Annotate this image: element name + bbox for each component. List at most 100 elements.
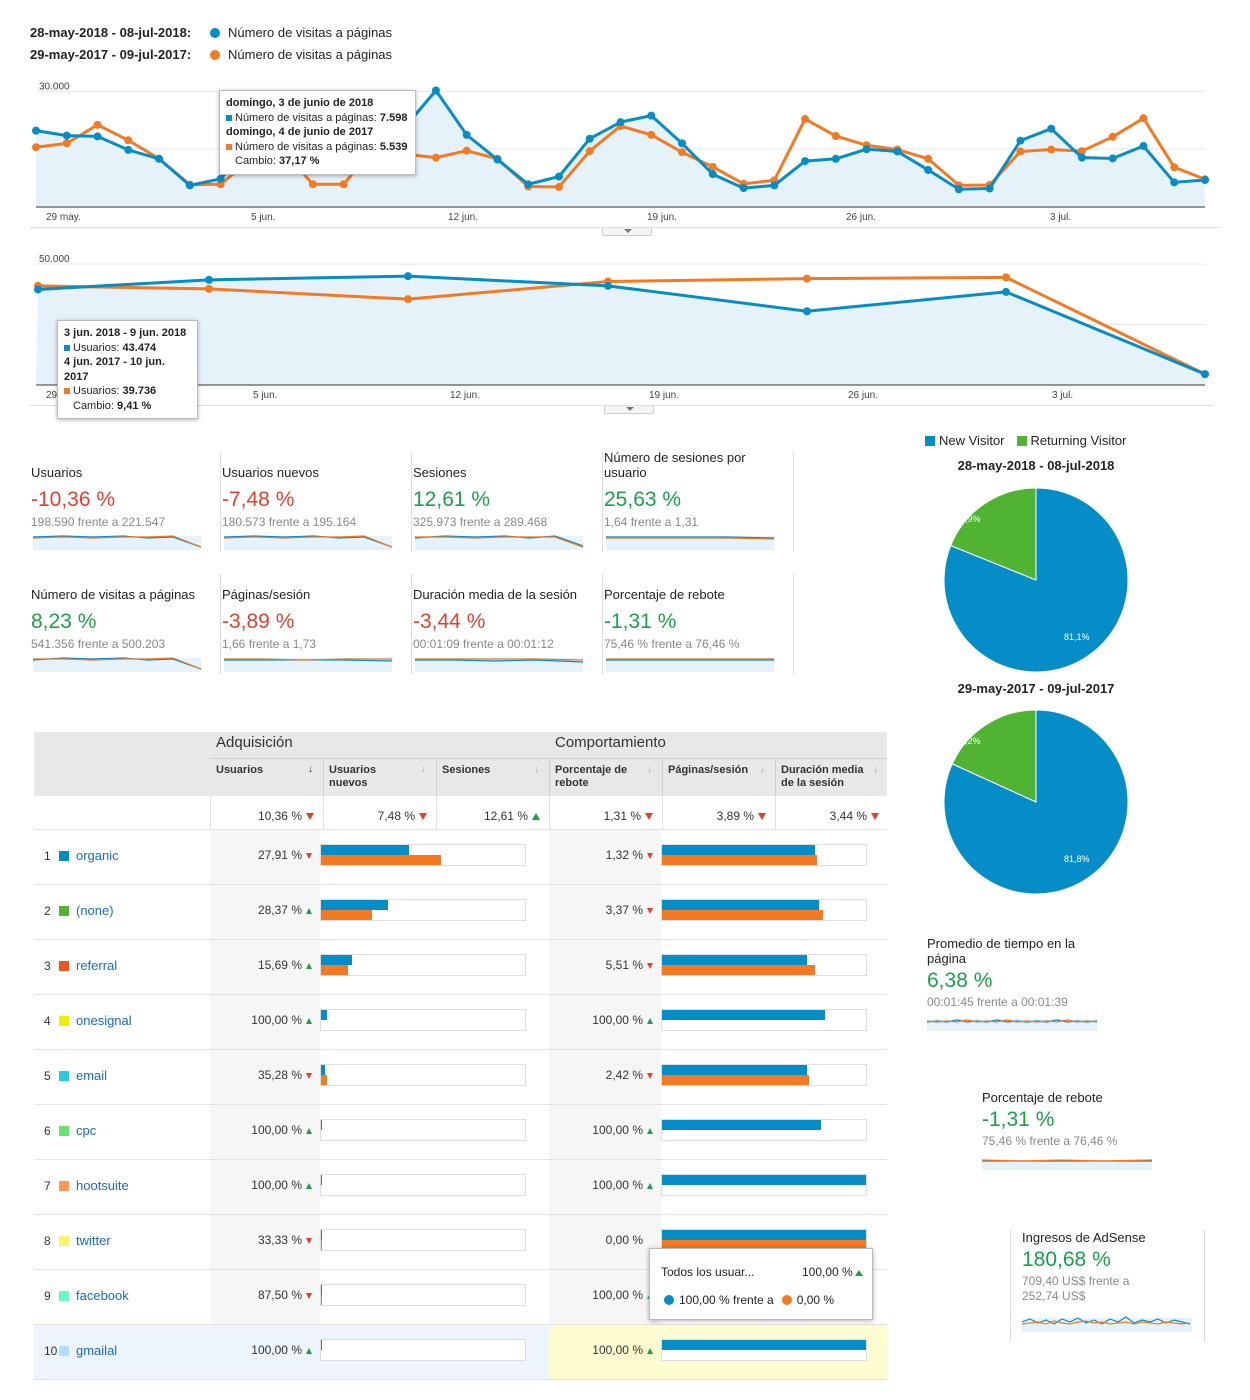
channel-link-email[interactable]: email: [76, 1068, 107, 1083]
point-previous[interactable]: [431, 153, 440, 162]
point-current[interactable]: [647, 111, 656, 120]
point-current[interactable]: [62, 131, 71, 140]
point-previous[interactable]: [1139, 114, 1148, 123]
point-current[interactable]: [678, 139, 687, 148]
channel-link-referral[interactable]: referral: [76, 958, 117, 973]
channel-link-onesignal[interactable]: onesignal: [76, 1013, 132, 1028]
channel-link-twitter[interactable]: twitter: [76, 1233, 111, 1248]
column-header[interactable]: Usuarios: [216, 764, 304, 777]
column-header[interactable]: Porcentaje de rebote: [555, 764, 643, 790]
metric-tile[interactable]: Número de sesiones por usuario 25,63 % 1,6…: [604, 450, 794, 552]
point-current[interactable]: [1170, 178, 1179, 187]
point-previous[interactable]: [205, 284, 213, 293]
point-current[interactable]: [124, 145, 133, 154]
point-current[interactable]: [708, 170, 717, 179]
point-current[interactable]: [1002, 287, 1010, 296]
point-previous[interactable]: [124, 136, 133, 145]
point-current[interactable]: [801, 157, 810, 166]
point-previous[interactable]: [1170, 163, 1179, 172]
channel-link-hootsuite[interactable]: hootsuite: [76, 1178, 129, 1193]
point-current[interactable]: [462, 130, 471, 139]
channel-link-cpc[interactable]: cpc: [76, 1123, 96, 1138]
metric-tile[interactable]: Sesiones 12,61 % 325.973 frente a 289.468: [413, 452, 603, 552]
point-current[interactable]: [185, 181, 194, 190]
point-current[interactable]: [1047, 124, 1056, 133]
sort-arrow-icon[interactable]: ↓: [308, 764, 313, 775]
point-previous[interactable]: [1047, 145, 1056, 154]
column-header[interactable]: Duración media de la sesión: [781, 764, 869, 790]
chart-resize-handle[interactable]: [604, 406, 654, 414]
channel-link-organic[interactable]: organic: [76, 848, 119, 863]
point-current[interactable]: [1108, 154, 1117, 163]
point-current[interactable]: [1201, 176, 1209, 184]
metric-tile[interactable]: Usuarios nuevos -7,48 % 180.573 frente a 1…: [222, 452, 412, 552]
point-current[interactable]: [1201, 370, 1209, 379]
pie-chart-previous[interactable]: 81,8% 18,2%: [940, 706, 1132, 898]
point-current[interactable]: [431, 86, 440, 95]
column-header[interactable]: Sesiones: [442, 764, 530, 777]
point-previous[interactable]: [647, 130, 656, 139]
metric-tile[interactable]: Páginas/sesión -3,89 % 1,66 frente a 1,73: [222, 574, 412, 674]
sort-arrow-icon[interactable]: ↓: [760, 764, 765, 775]
point-current[interactable]: [524, 180, 533, 189]
column-header[interactable]: Páginas/sesión: [668, 764, 756, 777]
sort-arrow-icon[interactable]: ↓: [873, 764, 878, 775]
metric-tile[interactable]: Duración media de la sesión -3,44 % 00:01:…: [413, 574, 603, 674]
point-current[interactable]: [985, 184, 994, 193]
point-previous[interactable]: [32, 143, 40, 152]
metric-tile[interactable]: Porcentaje de rebote -1,31 % 75,46 % frent…: [604, 574, 794, 674]
point-current[interactable]: [493, 155, 502, 164]
point-current[interactable]: [831, 154, 840, 163]
point-current[interactable]: [803, 307, 811, 316]
channel-link-none[interactable]: (none): [76, 903, 114, 918]
point-previous[interactable]: [1002, 273, 1010, 282]
point-previous[interactable]: [1016, 147, 1025, 156]
point-current[interactable]: [924, 165, 933, 174]
point-previous[interactable]: [339, 180, 348, 189]
point-previous[interactable]: [1108, 132, 1117, 141]
point-current[interactable]: [1016, 136, 1025, 145]
channel-link-gmailal[interactable]: gmailal: [76, 1343, 117, 1358]
point-previous[interactable]: [462, 146, 471, 155]
point-current[interactable]: [93, 132, 102, 141]
point-current[interactable]: [585, 134, 594, 143]
point-current[interactable]: [1077, 153, 1086, 162]
point-previous[interactable]: [585, 147, 594, 156]
point-current[interactable]: [32, 126, 40, 135]
point-previous[interactable]: [404, 295, 412, 304]
point-current[interactable]: [1139, 142, 1148, 151]
point-previous[interactable]: [803, 274, 811, 283]
metric-tile[interactable]: Número de visitas a páginas 8,23 % 541.356…: [31, 574, 221, 674]
channel-color-swatch: [59, 1181, 69, 1191]
point-current[interactable]: [739, 184, 748, 193]
point-current[interactable]: [616, 118, 625, 127]
point-previous[interactable]: [678, 148, 687, 157]
point-current[interactable]: [155, 154, 164, 163]
point-previous[interactable]: [554, 182, 563, 191]
point-current[interactable]: [34, 285, 42, 294]
point-current[interactable]: [954, 185, 963, 194]
sort-arrow-icon[interactable]: ↓: [647, 764, 652, 775]
pageviews-line-chart[interactable]: 30.00015.00029 may.5 jun.12 jun.19 jun.2…: [0, 60, 1250, 225]
point-previous[interactable]: [93, 120, 102, 129]
sort-arrow-icon[interactable]: ↓: [534, 764, 539, 775]
chart-resize-handle[interactable]: [602, 228, 652, 236]
point-current[interactable]: [893, 147, 902, 156]
point-previous[interactable]: [62, 139, 71, 148]
sort-arrow-icon[interactable]: ↓: [421, 764, 426, 775]
pie-chart-current[interactable]: 81,1% 18,9%: [940, 484, 1132, 676]
point-current[interactable]: [205, 275, 213, 284]
point-previous[interactable]: [831, 132, 840, 141]
point-current[interactable]: [554, 172, 563, 181]
point-current[interactable]: [862, 145, 871, 154]
point-current[interactable]: [604, 281, 612, 290]
column-header[interactable]: Usuarios nuevos: [329, 764, 417, 790]
point-previous[interactable]: [924, 154, 933, 163]
point-previous[interactable]: [308, 180, 317, 189]
point-previous[interactable]: [801, 115, 810, 124]
point-current[interactable]: [770, 181, 779, 190]
metric-tile[interactable]: Usuarios -10,36 % 198.590 frente a 221.547: [31, 452, 221, 552]
point-current[interactable]: [404, 272, 412, 281]
channel-link-facebook[interactable]: facebook: [76, 1288, 129, 1303]
point-current[interactable]: [216, 174, 225, 183]
